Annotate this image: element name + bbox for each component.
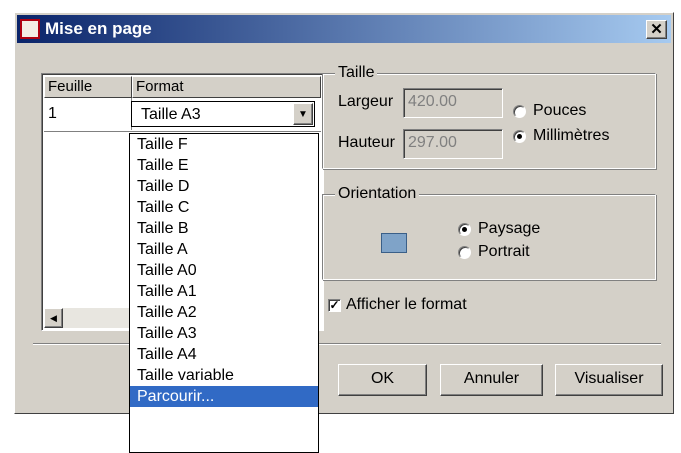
page-setup-dialog: Mise en page ✕ Feuille Format 1 Taille A… xyxy=(14,12,674,414)
orientation-group-label: Orientation xyxy=(335,185,420,203)
dropdown-option[interactable]: Taille A4 xyxy=(130,344,318,365)
arrow-left-icon: ◀ xyxy=(50,313,57,323)
close-icon: ✕ xyxy=(650,21,663,38)
ok-button[interactable]: OK xyxy=(338,364,427,396)
dropdown-option[interactable]: Taille E xyxy=(130,155,318,176)
dropdown-option[interactable]: Taille variable xyxy=(130,365,318,386)
dropdown-option[interactable]: Taille A3 xyxy=(130,323,318,344)
format-combobox-value: Taille A3 xyxy=(141,106,201,123)
dropdown-option[interactable]: Taille A0 xyxy=(130,260,318,281)
dropdown-option[interactable]: Taille A xyxy=(130,239,318,260)
landscape-page-icon xyxy=(381,233,407,253)
dropdown-option-highlighted[interactable]: Parcourir... xyxy=(130,386,318,407)
chevron-down-icon: ▼ xyxy=(298,109,308,120)
show-format-label[interactable]: Afficher le format xyxy=(346,296,467,314)
landscape-radio[interactable] xyxy=(458,223,471,236)
dropdown-option[interactable]: Taille F xyxy=(130,134,318,155)
dropdown-option[interactable]: Taille A1 xyxy=(130,281,318,302)
unit-mm-radio[interactable] xyxy=(513,130,526,143)
unit-inches-label[interactable]: Pouces xyxy=(533,102,586,120)
dropdown-option[interactable]: Taille B xyxy=(130,218,318,239)
format-dropdown-list[interactable]: Taille F Taille E Taille D Taille C Tail… xyxy=(129,133,319,453)
height-field[interactable]: 297.00 xyxy=(403,129,503,159)
column-header-sheet[interactable]: Feuille xyxy=(44,76,132,98)
portrait-label[interactable]: Portrait xyxy=(478,243,530,261)
preview-button[interactable]: Visualiser xyxy=(555,364,663,396)
show-format-checkbox[interactable]: ✓ xyxy=(328,299,341,312)
width-label: Largeur xyxy=(338,93,394,110)
window-title: Mise en page xyxy=(45,19,152,38)
width-field[interactable]: 420.00 xyxy=(403,88,503,118)
grid-divider xyxy=(44,131,321,132)
dropdown-option[interactable]: Taille A2 xyxy=(130,302,318,323)
format-combobox[interactable]: Taille A3 ▼ xyxy=(131,101,315,127)
app-icon xyxy=(20,19,40,39)
unit-inches-radio[interactable] xyxy=(513,105,526,118)
height-label: Hauteur xyxy=(338,134,395,151)
title-bar[interactable]: Mise en page ✕ xyxy=(17,15,671,43)
portrait-radio[interactable] xyxy=(458,246,471,259)
landscape-label[interactable]: Paysage xyxy=(478,220,540,238)
scroll-left-button[interactable]: ◀ xyxy=(44,308,63,328)
close-button[interactable]: ✕ xyxy=(646,20,667,39)
size-groupbox: Taille Largeur 420.00 Hauteur 297.00 Pou… xyxy=(322,64,656,169)
checkmark-icon: ✓ xyxy=(329,298,340,312)
cancel-button[interactable]: Annuler xyxy=(440,364,543,396)
dropdown-option[interactable]: Taille C xyxy=(130,197,318,218)
orientation-groupbox: Orientation Paysage Portrait xyxy=(322,185,656,280)
dropdown-arrow-button[interactable]: ▼ xyxy=(293,103,313,125)
size-group-label: Taille xyxy=(335,64,378,82)
dropdown-option[interactable]: Taille D xyxy=(130,176,318,197)
column-header-format[interactable]: Format xyxy=(132,76,321,98)
sheet-number-cell[interactable]: 1 xyxy=(48,105,57,123)
unit-mm-label[interactable]: Millimètres xyxy=(533,127,609,145)
separator xyxy=(33,343,661,345)
